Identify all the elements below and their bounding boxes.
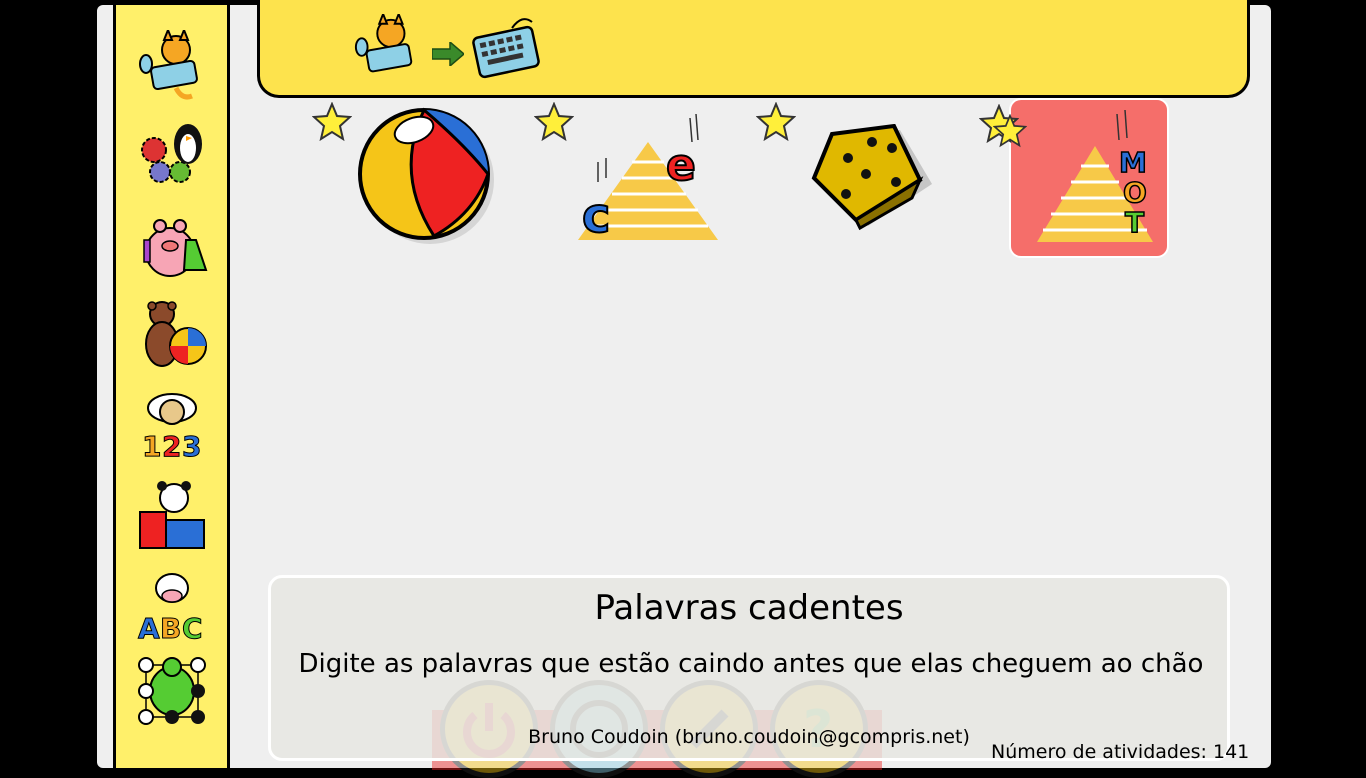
falling-letters-icon: e c	[578, 113, 718, 245]
sidebar-item-reading[interactable]: A B C	[136, 570, 208, 642]
sidebar-item-computer-discovery[interactable]	[136, 30, 208, 102]
sidebar-item-strategy[interactable]	[136, 120, 208, 192]
arrow-right-icon	[431, 40, 466, 68]
svg-text:A: A	[138, 612, 160, 642]
star-icon	[534, 102, 574, 142]
svg-text:B: B	[160, 612, 181, 642]
dice-icon	[811, 124, 932, 231]
activity-title: Palavras cadentes	[594, 588, 904, 628]
category-sidebar: 1 2 3 A B C	[113, 5, 230, 768]
svg-text:e: e	[666, 140, 696, 191]
turtle-go-icon	[138, 657, 206, 725]
sidebar-item-math[interactable]: 1 2 3	[136, 390, 208, 462]
beach-ball-icon	[358, 107, 494, 244]
svg-text:C: C	[182, 612, 203, 642]
breadcrumb-separator	[431, 40, 466, 70]
cow-abc-icon: A B C	[138, 573, 203, 642]
cat-keyboard-icon	[139, 30, 198, 100]
breadcrumb-category[interactable]	[352, 11, 422, 88]
activity-dice[interactable]	[756, 98, 948, 258]
activity-info-panel: Palavras cadentes Digite as palavras que…	[268, 575, 1230, 761]
activity-description: Digite as palavras que estão caindo ante…	[298, 649, 1204, 679]
activity-falling-letters[interactable]: e c	[534, 98, 726, 258]
cat-keyboard-icon	[354, 11, 413, 73]
svg-text:O: O	[1123, 176, 1147, 209]
panda-puzzle-icon	[139, 481, 205, 549]
activity-ball[interactable]	[312, 98, 504, 258]
svg-text:3: 3	[182, 430, 201, 462]
sidebar-item-puzzle[interactable]	[136, 480, 208, 552]
star-icon	[756, 102, 796, 142]
pig-flask-icon	[143, 219, 208, 277]
keyboard-icon	[472, 18, 540, 79]
svg-text:1: 1	[142, 430, 161, 462]
breadcrumb-keyboard[interactable]	[472, 14, 542, 84]
breadcrumb-bar	[257, 0, 1250, 98]
svg-text:T: T	[1125, 206, 1144, 239]
activity-count: Número de atividades: 141	[991, 741, 1250, 763]
sidebar-item-fun[interactable]	[136, 300, 208, 372]
sidebar-item-games[interactable]	[136, 655, 208, 727]
falling-words-icon: M O T	[1037, 110, 1153, 242]
sidebar-item-science[interactable]	[136, 210, 208, 282]
bear-ball-icon	[145, 301, 207, 367]
activity-falling-words[interactable]: M O T	[979, 98, 1169, 258]
gears-penguin-icon	[141, 124, 202, 183]
svg-text:M: M	[1119, 146, 1147, 179]
svg-text:2: 2	[162, 430, 181, 462]
svg-text:c: c	[582, 188, 610, 244]
star-icon	[312, 102, 352, 142]
sheep-123-icon: 1 2 3	[142, 393, 202, 462]
